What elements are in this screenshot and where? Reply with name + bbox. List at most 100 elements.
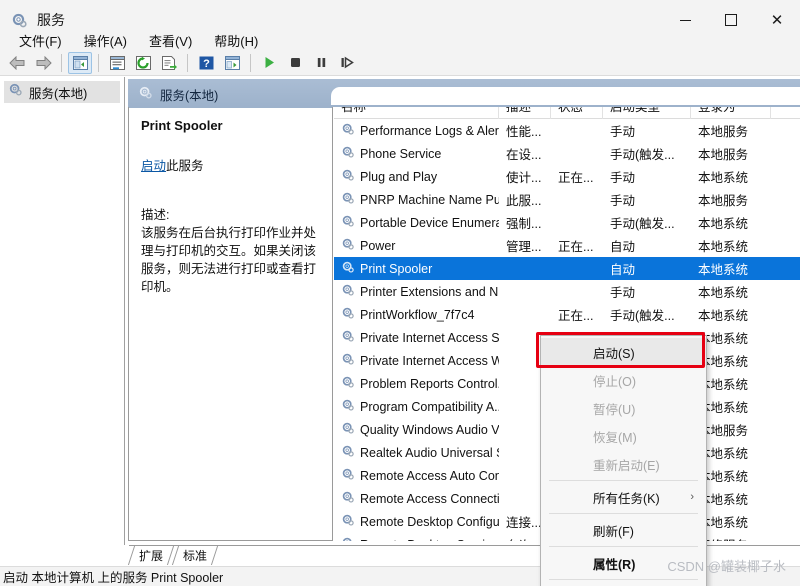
cell-name: Phone Service [334,145,499,162]
table-row[interactable]: Portable Device Enumera... 强制... 手动(触发... 本… [334,211,800,234]
menu-file[interactable]: 文件(F) [8,29,73,52]
service-name-label: Remote Access Auto Con... [360,468,499,483]
cell-name: Quality Windows Audio V... [334,421,499,438]
ctx-resume: 恢复(M) [541,422,706,450]
cell-logon: 本地系统 [698,217,749,231]
result-pane-header-label: 服务(本地) [160,89,219,103]
properties-icon[interactable] [105,52,129,74]
cell-name: Print Spooler [334,260,499,277]
refresh-icon[interactable] [131,52,155,74]
menu-item-label: 属性(R) [593,557,636,572]
cell-startup: 手动(触发... [610,148,675,162]
cell-startup: 自动 [610,263,636,277]
status-text: 启动 本地计算机 上的服务 Print Spooler [3,571,224,585]
forward-icon[interactable] [31,52,55,74]
cell-startup: 自动 [610,240,636,254]
service-gear-icon [341,191,355,208]
cell-name: Power [334,237,499,254]
context-menu: 启动(S) 停止(O) 暂停(U) 恢复(M) 重新启动(E) 所有任务(K) › 刷新(F)… [540,335,707,586]
cell-name: Private Internet Access S... [334,329,499,346]
ctx-all-tasks[interactable]: 所有任务(K) › [541,483,706,511]
tree-item-services-local[interactable]: 服务(本地) [4,81,120,103]
cell-logon: 本地系统 [698,309,749,323]
show-hide-tree-icon[interactable] [68,51,92,74]
service-gear-icon [341,122,355,139]
cell-name: Remote Desktop Services [334,536,499,541]
service-gear-icon [341,237,355,254]
start-service-link[interactable]: 启动 [141,159,166,173]
table-row[interactable]: Performance Logs & Aler... 性能... 手动 本地服务 [334,119,800,142]
pause-service-icon[interactable] [309,52,333,74]
details-body: Print Spooler 启动此服务 描述: 该服务在后台执行打印作业并处理与… [129,108,332,297]
help-icon[interactable]: ? [194,52,218,74]
table-row[interactable]: Printer Extensions and N... 手动 本地系统 [334,280,800,303]
cell-startup: 手动 [610,286,636,300]
ctx-start[interactable]: 启动(S) [541,338,706,366]
cell-description: 性能... [506,125,542,139]
cell-name: Printer Extensions and N... [334,283,499,300]
cell-name: Portable Device Enumera... [334,214,499,231]
ctx-help[interactable]: 帮助(H) [541,582,706,586]
menu-item-label: 启动(S) [593,346,635,361]
table-row[interactable]: PNRP Machine Name Pu... 此服... 手动 本地服务 [334,188,800,211]
export-list-icon[interactable] [157,52,181,74]
cell-status: 正在... [558,171,594,185]
cell-name: Private Internet Access W... [334,352,499,369]
ctx-refresh[interactable]: 刷新(F) [541,516,706,544]
menu-action[interactable]: 操作(A) [73,29,138,52]
menu-view[interactable]: 查看(V) [138,29,203,52]
cell-name: PNRP Machine Name Pu... [334,191,499,208]
cell-name: Plug and Play [334,168,499,185]
service-gear-icon [341,145,355,162]
toolbar-separator [250,53,251,72]
menu-help[interactable]: 帮助(H) [203,29,269,52]
table-row[interactable]: Phone Service 在设... 手动(触发... 本地服务 [334,142,800,165]
service-gear-icon [341,283,355,300]
back-icon[interactable] [5,52,29,74]
restart-service-icon[interactable] [335,52,359,74]
window-title: 服务 [37,12,65,28]
selected-service-name: Print Spooler [141,118,223,133]
service-gear-icon [341,398,355,415]
cell-logon: 本地系统 [698,240,749,254]
services-gear-icon [8,82,23,102]
tab-extended[interactable]: 扩展 [129,546,173,566]
table-row[interactable]: PrintWorkflow_7f7c4 正在... 手动(触发... 本地系统 [334,303,800,326]
cell-startup: 手动 [610,194,636,208]
service-gear-icon [341,490,355,507]
console-content: 服务(本地) 服务(本地) Print Spooler 启动此服务 描述: 该服… [0,77,800,586]
ctx-restart: 重新启动(E) [541,450,706,478]
service-gear-icon [341,513,355,530]
service-gear-icon [341,306,355,323]
menu-separator [549,480,698,481]
table-row-selected[interactable]: Print Spooler 自动 本地系统 [334,257,800,280]
service-gear-icon [341,444,355,461]
chevron-right-icon: › [690,491,694,503]
service-name-label: Plug and Play [360,169,438,184]
cell-name: Remote Desktop Configu... [334,513,499,530]
cell-name: Performance Logs & Aler... [334,122,499,139]
menu-separator [549,579,698,580]
table-row[interactable]: Power 管理... 正在... 自动 本地系统 [334,234,800,257]
tab-standard[interactable]: 标准 [173,546,217,566]
service-name-label: Private Internet Access S... [360,330,499,345]
menu-item-label: 重新启动(E) [593,458,660,473]
service-name-label: PrintWorkflow_7f7c4 [360,307,475,322]
service-name-label: Problem Reports Control... [360,376,499,391]
cell-name: Program Compatibility A... [334,398,499,415]
start-service-suffix: 此服务 [166,159,204,173]
ctx-stop: 停止(O) [541,366,706,394]
services-gear-icon [10,11,28,29]
service-gear-icon [341,260,355,277]
stop-service-icon[interactable] [283,52,307,74]
cell-name: Problem Reports Control... [334,375,499,392]
cell-name: PrintWorkflow_7f7c4 [334,306,499,323]
table-row[interactable]: Plug and Play 使计... 正在... 手动 本地系统 [334,165,800,188]
service-gear-icon [341,329,355,346]
service-gear-icon [341,168,355,185]
show-console-icon[interactable] [220,52,244,74]
cell-name: Remote Access Auto Con... [334,467,499,484]
start-service-icon[interactable] [257,52,281,74]
menu-item-label: 所有任务(K) [593,491,660,506]
description-label: 描述: [141,208,170,222]
